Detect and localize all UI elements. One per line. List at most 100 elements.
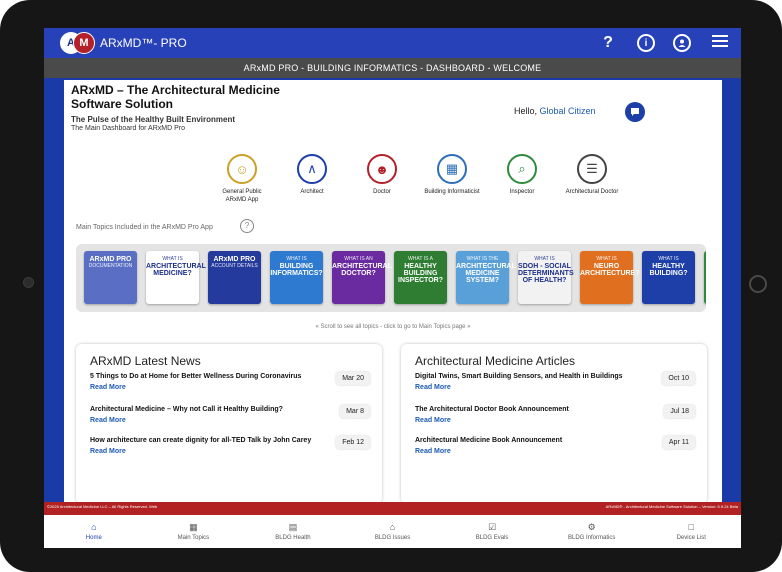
read-more-link[interactable]: Read More [90,448,370,455]
clipboard-icon: ☑ [488,522,497,532]
topic-tile[interactable]: WHAT IS A HEALTHY BUILDING INSPECTOR? [394,251,447,304]
role-5[interactable]: ☰ Architectural Doctor [562,154,622,196]
topic-tile[interactable]: ARxMD PRO DOCUMENTATION [84,251,137,304]
nav-label: Device List [676,535,706,541]
nav-item-device-list[interactable]: □ Device List [641,515,741,548]
item-title[interactable]: The Architectural Doctor Book Announceme… [415,405,645,414]
read-more-link[interactable]: Read More [415,384,695,391]
topic-tile[interactable] [704,251,706,304]
tile-kicker: WHAT IS AN [344,256,373,262]
doctor-icon: ☻ [367,154,397,184]
read-more-link[interactable]: Read More [415,417,695,424]
logo-mark: A M [60,32,96,54]
news-title: ARxMD Latest News [90,354,201,368]
list-item: How architecture can create dignity for … [90,436,370,455]
read-more-link[interactable]: Read More [90,417,370,424]
articles-card: Architectural Medicine Articles Digital … [401,344,707,502]
list-item: Architectural Medicine – Why not Call it… [90,405,370,424]
articles-title: Architectural Medicine Articles [415,354,576,368]
tile-kicker: WHAT IS [162,256,183,262]
topic-tile[interactable]: WHAT IS ARCHITECTURAL MEDICINE? [146,251,206,304]
tile-title: HEALTHY BUILDING? [649,263,688,277]
tile-kicker: WHAT IS [534,256,555,262]
topic-tile[interactable]: WHAT IS BUILDING INFORMATICS? [270,251,323,304]
role-label: Architect [300,189,324,195]
role-label: Architectural Doctor [565,189,619,195]
nav-item-bldg-informatics[interactable]: ⚙ BLDG Informatics [542,515,642,548]
clipboard-icon: ☰ [577,154,607,184]
role-label: Inspector [509,189,535,195]
role-glyph: ▦ [445,161,459,176]
nav-label: Main Topics [177,535,210,541]
building-health-icon: ▤ [288,522,298,532]
topic-tile[interactable]: WHAT IS AN ARCHITECTURAL DOCTOR? [332,251,392,304]
nav-item-home[interactable]: ⌂ Home [44,515,144,548]
topic-tile[interactable]: WHAT IS SDOH - SOCIAL DETERMINANTS OF HEA… [518,251,574,304]
inspect-icon: ⌕ [507,154,537,184]
chat-icon[interactable] [625,102,645,122]
nav-item-bldg-issues[interactable]: ⌂ BLDG Issues [343,515,443,548]
page-subtitle-2: The Main Dashboard for ARxMD Pro [71,125,185,132]
role-glyph: ☻ [375,161,389,177]
role-glyph: ∧ [307,161,317,176]
tile-sub: DOCUMENTATION [88,263,133,269]
item-title[interactable]: Architectural Medicine Book Announcement [415,436,645,445]
tile-title: BUILDING INFORMATICS? [270,263,323,277]
role-label: General Public ARxMD App [222,189,262,203]
item-title[interactable]: Digital Twins, Smart Building Sensors, a… [415,372,645,381]
dashboard-content: ARxMD – The Architectural Medicine Softw… [64,80,722,502]
network-icon: ⚙ [587,522,596,532]
item-date: Feb 12 [336,436,370,449]
tile-sub: ACCOUNT DETAILS [211,263,258,269]
news-card: ARxMD Latest News 5 Things to Do at Home… [76,344,382,502]
greeting-name[interactable]: Global Citizen [540,106,596,116]
topic-tile[interactable]: WHAT IS NEURO ARCHITECTURE? [580,251,640,304]
logo-text: ARxMD™- PRO [100,36,187,50]
tile-title: ARxMD PRO [89,256,132,263]
help-icon[interactable]: ? [597,34,619,52]
role-2[interactable]: ☻ Doctor [352,154,412,196]
role-4[interactable]: ⌕ Inspector [492,154,552,196]
page-titlebar: ARxMD PRO - BUILDING INFORMATICS - DASHB… [44,58,741,78]
topic-tile[interactable]: WHAT IS HEALTHY BUILDING? [642,251,695,304]
tile-title: ARCHITECTURAL MEDICINE SYSTEM? [456,263,516,284]
bottom-nav: ⌂ Home ▦ Main Topics ▤ BLDG Health ⌂ BLDG Issue… [44,515,741,548]
tile-title: HEALTHY BUILDING INSPECTOR? [398,263,443,284]
footer-version: ARxMD® - Architectural Medicine Software… [605,504,738,509]
tile-title: ARCHITECTURAL MEDICINE? [146,263,206,277]
topics-carousel[interactable]: ARxMD PRO DOCUMENTATION WHAT IS ARCHITECTUR… [76,244,706,312]
item-title[interactable]: How architecture can create dignity for … [90,436,320,445]
read-more-link[interactable]: Read More [90,384,370,391]
nav-item-main-topics[interactable]: ▦ Main Topics [144,515,244,548]
device-home-button[interactable] [749,275,767,293]
topic-tile[interactable]: WHAT IS THE ARCHITECTURAL MEDICINE SYSTEM… [456,251,516,304]
account-icon[interactable] [673,34,691,52]
topics-help-icon[interactable]: ? [240,219,254,233]
nav-label: BLDG Issues [374,535,411,541]
info-icon[interactable]: i [637,34,655,52]
scroll-hint[interactable]: « Scroll to see all topics - click to go… [64,324,722,330]
home-icon: ⌂ [91,522,97,532]
nav-item-bldg-health[interactable]: ▤ BLDG Health [243,515,343,548]
role-0[interactable]: ☺ General Public ARxMD App [212,154,272,204]
item-date: Jul 18 [664,405,695,418]
item-title[interactable]: 5 Things to Do at Home for Better Wellne… [90,372,320,381]
role-1[interactable]: ∧ Architect [282,154,342,196]
nav-item-bldg-evals[interactable]: ☑ BLDG Evals [442,515,542,548]
grid-icon: ▦ [189,522,198,532]
menu-icon[interactable] [709,34,731,52]
tile-kicker: WHAT IS [286,256,307,262]
item-date: Mar 20 [336,372,370,385]
read-more-link[interactable]: Read More [415,448,695,455]
topic-tile[interactable]: ARxMD PRO ACCOUNT DETAILS [208,251,261,304]
footer-copyright: ©2025 Architectural Medicine LLC – All R… [47,504,158,509]
nav-label: Home [85,535,102,541]
app-logo[interactable]: A M ARxMD™- PRO [60,32,187,54]
nav-label: BLDG Informatics [568,535,616,541]
role-3[interactable]: ▦ Building Informaticist [422,154,482,196]
item-title[interactable]: Architectural Medicine – Why not Call it… [90,405,320,414]
tile-kicker: WHAT IS THE [466,256,499,262]
list-item: Digital Twins, Smart Building Sensors, a… [415,372,695,391]
page-subtitle: The Pulse of the Healthy Built Environme… [71,115,236,124]
role-label: Doctor [373,189,391,195]
